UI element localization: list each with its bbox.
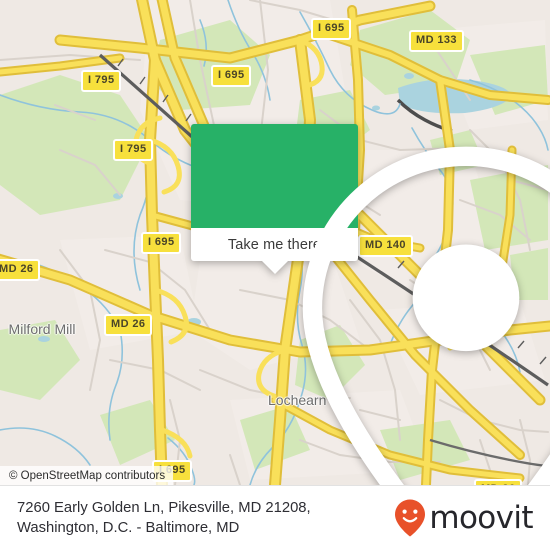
address-block: 7260 Early Golden Ln, Pikesville, MD 212… — [17, 498, 311, 538]
highway-shield: MD 26 — [0, 259, 41, 281]
moovit-wordmark: moovit — [429, 499, 533, 536]
callout-marker-area — [191, 124, 550, 485]
address-line-1: 7260 Early Golden Ln, Pikesville, MD 212… — [17, 500, 311, 516]
map-canvas[interactable]: I 695 MD 133 I 795 I 695 I 795 I 695 MD … — [0, 0, 550, 485]
map-pin-icon — [302, 146, 550, 485]
highway-shield: MD 26 — [104, 314, 153, 336]
moovit-logo[interactable]: moovit — [393, 498, 538, 538]
highway-shield: I 795 — [113, 139, 154, 161]
moovit-smiley-pin-icon — [395, 499, 426, 537]
place-label-milford-mill: Milford Mill — [8, 321, 76, 337]
osm-attribution-text: © OpenStreetMap contributors — [9, 469, 166, 482]
osm-attribution[interactable]: © OpenStreetMap contributors — [0, 466, 174, 485]
highway-shield: MD 133 — [409, 30, 464, 52]
callout-tail-pointer — [261, 261, 288, 274]
footer-bar: 7260 Early Golden Ln, Pikesville, MD 212… — [0, 485, 550, 550]
highway-shield: I 695 — [311, 18, 352, 40]
highway-shield: I 695 — [211, 65, 252, 87]
address-line-2: Washington, D.C. - Baltimore, MD — [17, 520, 240, 536]
highway-shield: I 795 — [81, 70, 122, 92]
highway-shield: I 695 — [141, 232, 182, 254]
location-callout-card[interactable]: Take me there — [191, 124, 550, 485]
map-screenshot: I 695 MD 133 I 795 I 695 I 795 I 695 MD … — [0, 0, 550, 550]
